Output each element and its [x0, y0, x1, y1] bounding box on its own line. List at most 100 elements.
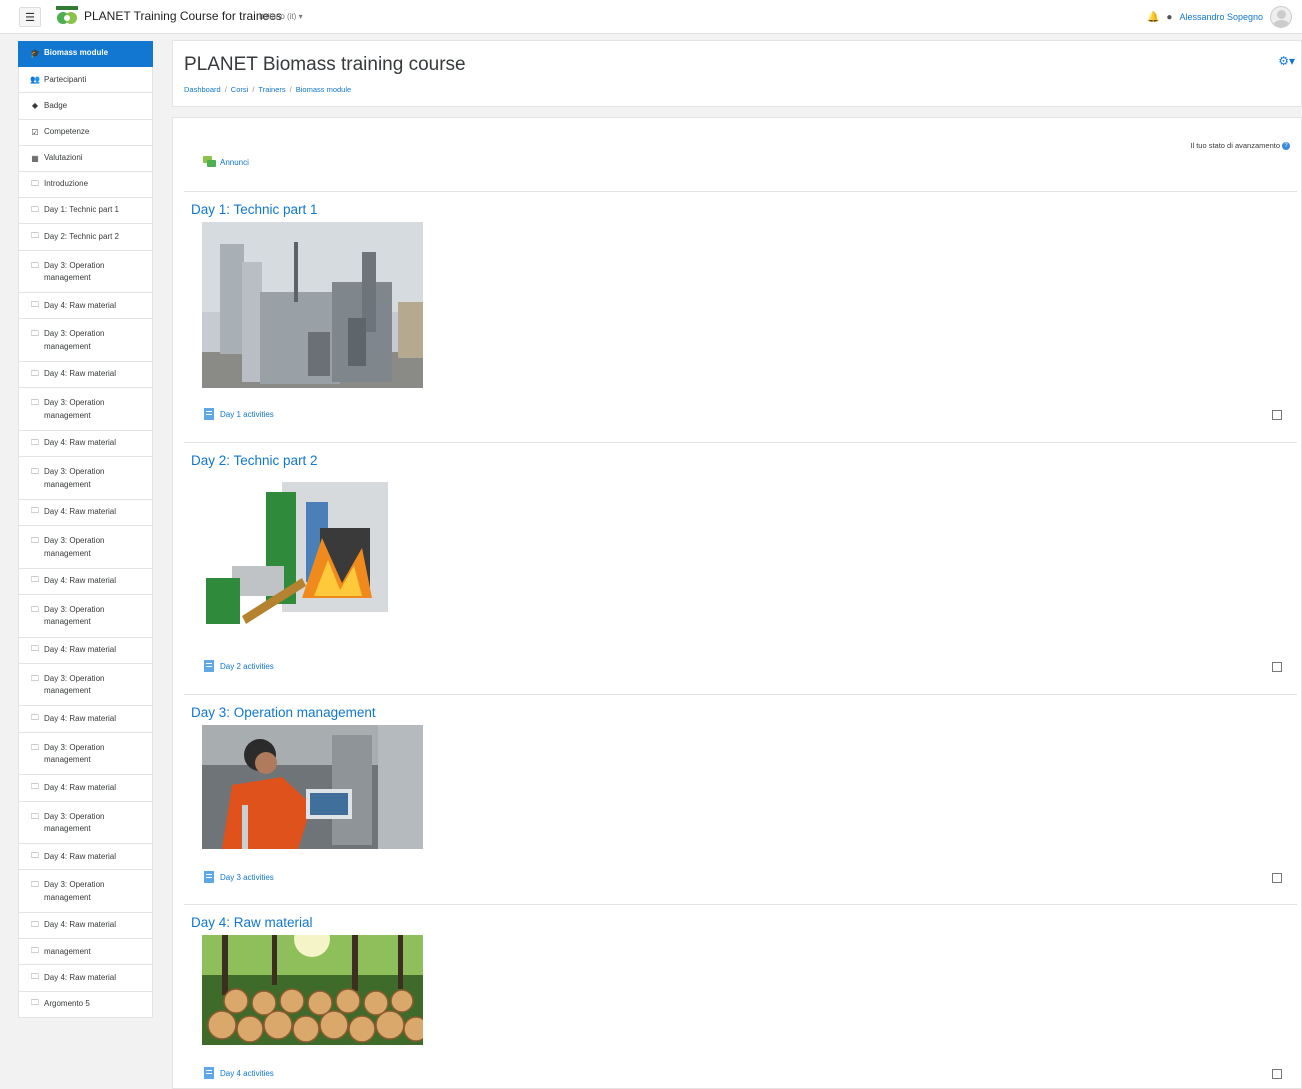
- sidebar-item[interactable]: 🗀 Day 4: Raw material: [18, 913, 153, 940]
- hamburger-icon[interactable]: ☰: [19, 7, 41, 27]
- checkbox-icon: ☑: [31, 127, 39, 137]
- completion-checkbox[interactable]: [1272, 410, 1282, 420]
- folder-icon: 🗀: [31, 398, 39, 408]
- day1-activities-link[interactable]: Day 1 activities: [220, 410, 274, 419]
- sidebar-item[interactable]: 🗀 Day 4: Raw material: [18, 775, 153, 802]
- sidebar-item[interactable]: 👥 Partecipanti: [18, 67, 153, 94]
- page-header: PLANET Biomass training course Dashboard…: [172, 40, 1302, 107]
- day3-activities[interactable]: Day 3 activities: [203, 871, 274, 883]
- sidebar-item[interactable]: 🗀 Argomento 5: [18, 991, 153, 1018]
- chat-icon[interactable]: ●: [1166, 12, 1172, 23]
- avatar[interactable]: [1270, 6, 1292, 28]
- sidebar-item[interactable]: 🗀 management: [18, 939, 153, 966]
- folder-icon: 🗀: [31, 972, 39, 982]
- folder-icon: 🗀: [31, 880, 39, 890]
- completion-checkbox[interactable]: [1272, 662, 1282, 672]
- sidebar-item-label: Day 3: Operation management: [44, 467, 105, 489]
- announcements-activity[interactable]: Annunci: [203, 156, 249, 168]
- sidebar-item-label: Day 3: Operation management: [44, 329, 105, 351]
- graduation-cap-icon: 🎓: [30, 49, 40, 59]
- sidebar-item[interactable]: 🗀 Day 4: Raw material: [18, 293, 153, 320]
- sidebar-item[interactable]: 🗀 Day 4: Raw material: [18, 844, 153, 871]
- sidebar-item[interactable]: 🗀 Day 4: Raw material: [18, 499, 153, 526]
- sidebar-item-label: Day 3: Operation management: [44, 673, 105, 696]
- sidebar-item[interactable]: 🗀 Day 3: Operation management: [18, 663, 153, 707]
- user-menu-name[interactable]: Alessandro Sopegno: [1179, 12, 1263, 22]
- sidebar-item[interactable]: 🗀 Day 4: Raw material: [18, 706, 153, 733]
- sidebar-item[interactable]: ☑ Competenze: [18, 119, 153, 146]
- completion-checkbox[interactable]: [1272, 873, 1282, 883]
- folder-icon: 🗀: [31, 536, 39, 545]
- planet-logo[interactable]: [54, 6, 80, 26]
- sidebar-item[interactable]: 🗀 Day 4: Raw material: [18, 430, 153, 458]
- section-title-day3[interactable]: Day 3: Operation management: [191, 705, 376, 720]
- sidebar-item-label: Argomento 5: [44, 998, 90, 1008]
- sidebar-item[interactable]: 🗀 Day 4: Raw material: [18, 568, 153, 595]
- sidebar-item-label: Day 4: Raw material: [44, 713, 117, 723]
- sidebar-item-label: Day 1: Technic part 1: [44, 205, 120, 215]
- day1-activities[interactable]: Day 1 activities: [203, 408, 274, 420]
- section-title-day4[interactable]: Day 4: Raw material: [191, 915, 313, 930]
- users-icon: 👥: [30, 75, 40, 85]
- sidebar-item-label: Day 3: Operation management: [44, 398, 105, 420]
- folder-icon: 🗀: [31, 644, 39, 654]
- day2-activities[interactable]: Day 2 activities: [203, 660, 274, 672]
- folder-icon: 🗀: [31, 713, 39, 723]
- sidebar-item[interactable]: 🗀 Day 4: Raw material: [18, 637, 153, 664]
- boiler-cutaway-illustration: [202, 478, 392, 636]
- site-title[interactable]: PLANET Training Course for trainees: [84, 9, 282, 23]
- section-title-day2[interactable]: Day 2: Technic part 2: [191, 453, 318, 468]
- sidebar-item[interactable]: 🗀 Day 3: Operation management: [18, 388, 153, 431]
- sidebar-item[interactable]: 🗀 Day 4: Raw material: [18, 965, 153, 992]
- breadcrumb-corsi[interactable]: Corsi: [231, 85, 249, 94]
- breadcrumb-biomass-module[interactable]: Biomass module: [296, 85, 351, 94]
- day2-activities-link[interactable]: Day 2 activities: [220, 662, 274, 671]
- section-divider: [184, 442, 1297, 443]
- sidebar-item-label: Biomass module: [44, 48, 109, 58]
- sidebar-item[interactable]: 🗀 Day 4: Raw material: [18, 362, 153, 389]
- sidebar-item[interactable]: 🗀 Introduzione: [18, 171, 153, 199]
- sidebar-item[interactable]: 🗀 Day 3: Operation management: [18, 457, 153, 500]
- sidebar-item-label: Day 4: Raw material: [44, 851, 117, 861]
- sidebar-item-label: Introduzione: [44, 179, 89, 189]
- sidebar-item[interactable]: 🗀 Day 2: Technic part 2: [18, 224, 153, 251]
- sidebar-item[interactable]: ▦ Valutazioni: [18, 145, 153, 172]
- breadcrumb-trainers[interactable]: Trainers: [258, 85, 285, 94]
- sidebar-item[interactable]: 🎓 Biomass module: [18, 41, 153, 68]
- sidebar-item-label: Day 4: Raw material: [44, 782, 117, 792]
- section-title-day1[interactable]: Day 1: Technic part 1: [191, 202, 318, 217]
- gear-icon[interactable]: ⚙▾: [1278, 54, 1295, 68]
- folder-icon: 🗀: [31, 506, 39, 516]
- announcements-link[interactable]: Annunci: [220, 158, 249, 167]
- sidebar-item[interactable]: ◆ Badge: [18, 93, 153, 120]
- course-content: Il tuo stato di avanzamento ? Annunci Da…: [172, 117, 1302, 1089]
- sidebar-item[interactable]: 🗀 Day 3: Operation management: [18, 801, 153, 845]
- completion-checkbox[interactable]: [1272, 1069, 1282, 1079]
- sidebar-item[interactable]: 🗀 Day 3: Operation management: [18, 594, 153, 638]
- sidebar-item-label: Competenze: [44, 126, 90, 136]
- bell-icon[interactable]: 🔔: [1147, 12, 1159, 23]
- sidebar-item[interactable]: 🗀 Day 1: Technic part 1: [18, 198, 153, 225]
- sidebar-item[interactable]: 🗀 Day 3: Operation management: [18, 732, 153, 776]
- sidebar-item-label: Day 3: Operation management: [44, 260, 105, 283]
- page-icon: [204, 1067, 214, 1079]
- table-icon: ▦: [31, 153, 39, 163]
- folder-icon: 🗀: [31, 604, 39, 614]
- day3-activities-link[interactable]: Day 3 activities: [220, 873, 274, 882]
- sidebar-item-label: management: [44, 946, 91, 956]
- help-icon[interactable]: ?: [1282, 141, 1290, 150]
- folder-icon: 🗀: [31, 919, 39, 929]
- language-selector[interactable]: Italiano (it) ▾: [259, 12, 303, 21]
- sidebar-item[interactable]: 🗀 Day 3: Operation management: [18, 526, 153, 569]
- folder-icon: 🗀: [31, 945, 39, 955]
- breadcrumb-dashboard[interactable]: Dashboard: [184, 85, 221, 94]
- folder-icon: 🗀: [31, 437, 39, 447]
- sidebar-item[interactable]: 🗀 Day 3: Operation management: [18, 870, 153, 914]
- sidebar-item[interactable]: 🗀 Day 3: Operation management: [18, 319, 153, 363]
- day4-activities[interactable]: Day 4 activities: [203, 1067, 274, 1079]
- forum-icon: [203, 156, 216, 167]
- day4-activities-link[interactable]: Day 4 activities: [220, 1069, 274, 1078]
- sidebar-item-label: Day 4: Raw material: [44, 920, 117, 930]
- sidebar-item-label: Day 3: Operation management: [44, 811, 105, 834]
- sidebar-item[interactable]: 🗀 Day 3: Operation management: [18, 250, 153, 294]
